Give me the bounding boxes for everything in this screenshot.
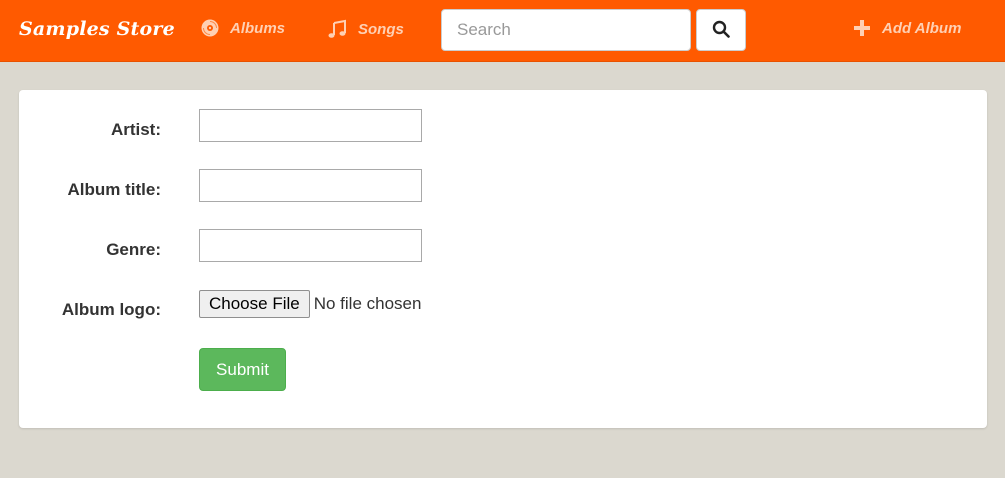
album-logo-file-input: Choose File No file chosen (199, 290, 421, 318)
brand-logo[interactable]: Samples Store (19, 18, 175, 40)
album-title-label: Album title: (67, 180, 162, 199)
artist-field[interactable] (199, 109, 422, 142)
genre-label: Genre: (106, 240, 161, 259)
disc-icon (201, 19, 219, 37)
genre-field[interactable] (199, 229, 422, 262)
search-input[interactable] (441, 9, 691, 51)
artist-label: Artist: (110, 120, 161, 139)
add-album-label: Add Album (882, 19, 962, 37)
album-form-panel: Artist: Album title: Genre: Album logo: … (19, 90, 987, 428)
search-button[interactable] (696, 9, 746, 51)
nav-link-songs[interactable]: Songs (327, 19, 404, 39)
submit-button[interactable]: Submit (199, 348, 286, 391)
album-logo-label: Album logo: (61, 300, 161, 319)
search-icon (712, 20, 730, 41)
choose-file-button[interactable]: Choose File (199, 290, 310, 318)
plus-icon (853, 19, 871, 37)
add-album-link[interactable]: Add Album (853, 19, 961, 37)
music-note-icon (327, 19, 347, 39)
album-title-field[interactable] (199, 169, 422, 202)
navbar: Samples Store Albums Songs Search Add Al… (0, 0, 1005, 62)
file-status-text: No file chosen (313, 294, 422, 313)
nav-link-label: Songs (358, 20, 404, 38)
nav-link-albums[interactable]: Albums (201, 19, 285, 37)
nav-link-label: Albums (230, 19, 286, 37)
